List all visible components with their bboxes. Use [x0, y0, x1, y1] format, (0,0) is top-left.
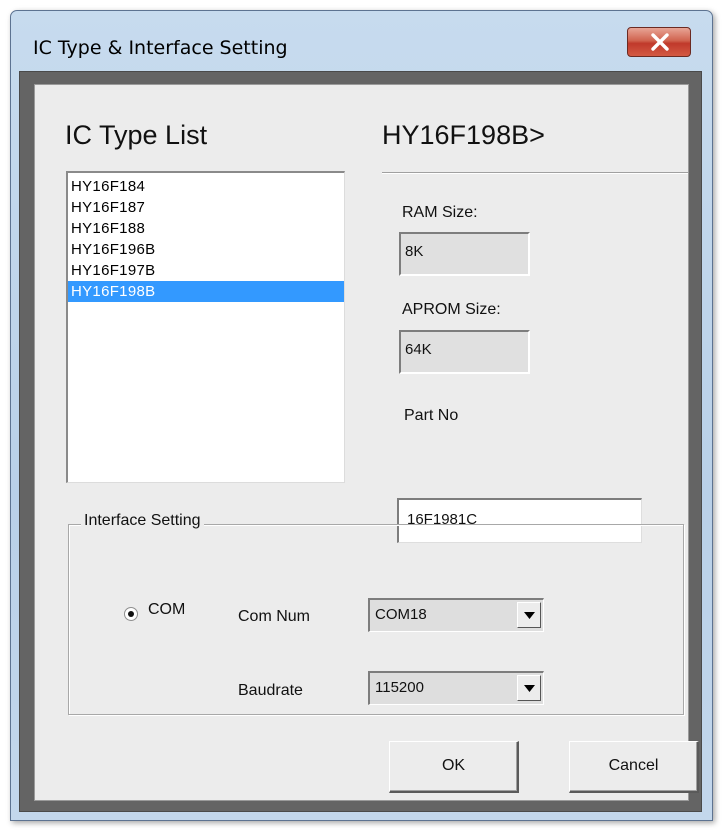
heading-divider	[382, 172, 688, 174]
list-item-selected[interactable]: HY16F198B	[68, 281, 344, 302]
settings-panel: IC Type List HY16F198B> HY16F184 HY16F18…	[34, 84, 699, 801]
window-title: IC Type & Interface Setting	[33, 37, 288, 59]
chevron-down-icon	[524, 612, 535, 619]
baudrate-dropdown[interactable]: 115200	[368, 671, 544, 705]
dialog-window: IC Type & Interface Setting IC Type List…	[10, 10, 713, 821]
com-num-label: Com Num	[238, 608, 311, 625]
list-item[interactable]: HY16F196B	[68, 239, 344, 260]
aprom-size-label: APROM Size:	[402, 301, 501, 318]
close-icon	[651, 33, 669, 51]
list-item[interactable]: HY16F188	[68, 218, 344, 239]
client-area: IC Type List HY16F198B> HY16F184 HY16F18…	[19, 71, 702, 812]
chevron-down-icon	[524, 685, 535, 692]
com-num-dropdown[interactable]: COM18	[368, 598, 544, 632]
ic-type-listbox[interactable]: HY16F184 HY16F187 HY16F188 HY16F196B HY1…	[66, 171, 345, 483]
list-item[interactable]: HY16F197B	[68, 260, 344, 281]
com-num-dropdown-button[interactable]	[517, 602, 541, 628]
cancel-button[interactable]: Cancel	[569, 741, 699, 793]
com-radio-button[interactable]	[124, 607, 138, 621]
ram-size-value: 8K	[399, 232, 530, 276]
list-item[interactable]: HY16F187	[68, 197, 344, 218]
ic-type-list-heading: IC Type List	[65, 120, 208, 150]
baudrate-label: Baudrate	[238, 682, 303, 699]
selected-chip-heading: HY16F198B>	[382, 120, 545, 150]
baudrate-value: 115200	[375, 679, 424, 696]
com-num-value: COM18	[375, 606, 427, 623]
part-no-label: Part No	[404, 407, 459, 424]
ram-size-label: RAM Size:	[402, 204, 478, 221]
list-item[interactable]: HY16F184	[68, 176, 344, 197]
com-radio-label[interactable]: COM	[148, 601, 185, 619]
ok-button[interactable]: OK	[389, 741, 519, 793]
aprom-size-value: 64K	[399, 330, 530, 374]
close-button[interactable]	[627, 27, 691, 57]
interface-setting-title: Interface Setting	[81, 512, 204, 530]
baudrate-dropdown-button[interactable]	[517, 675, 541, 701]
